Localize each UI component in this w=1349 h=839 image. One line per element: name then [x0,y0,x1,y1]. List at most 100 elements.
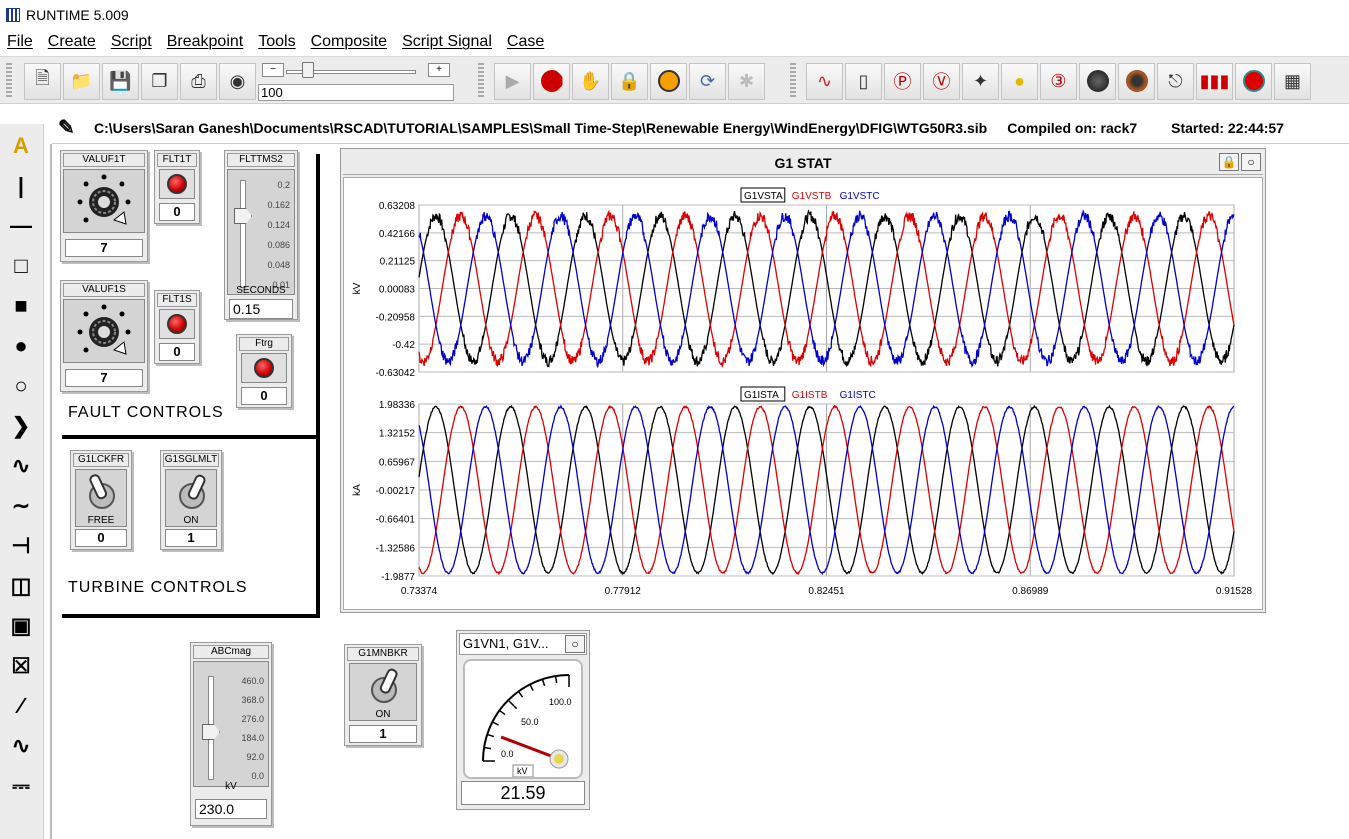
menu-breakpoint[interactable]: Breakpoint [167,33,244,51]
diagonal-line-icon[interactable]: ∕ [3,688,39,724]
circle-icon[interactable]: ○ [3,368,39,404]
red-push-button-icon[interactable] [159,169,195,199]
menu-script-signal[interactable]: Script Signal [402,33,492,51]
dial-valuf1t[interactable]: VALUF1T 7 [60,150,148,262]
rectangle-icon[interactable]: □ [3,248,39,284]
refresh-icon[interactable]: ⟳ [689,62,726,100]
toggle-switch-icon[interactable]: FREE [75,469,127,527]
voltmeter-icon[interactable]: Ⓥ [923,62,960,100]
lightning-icon[interactable]: ⮽ [3,648,39,684]
toggle-g1mnbkr[interactable]: G1MNBKR ON 1 [344,644,422,746]
slider-flttms2[interactable]: FLTTMS2 0.2 0.162 0.124 0.086 0.048 0.01… [224,150,298,320]
inductor-icon[interactable]: ∼ [3,488,39,524]
slider-thumb[interactable] [202,724,220,740]
meter-unit: kV [517,766,528,776]
red-push-button-icon[interactable] [159,309,195,339]
meter-value: 21.59 [461,781,585,805]
toggle-switch-icon[interactable]: ON [349,663,417,721]
arrow-icon[interactable]: ❯ [3,408,39,444]
grid-icon[interactable]: ▦ [1274,62,1311,100]
save-icon[interactable]: 💾 [102,62,139,100]
menu-file[interactable]: File [7,33,33,51]
x-tick-label: 0.82451 [808,586,845,597]
y-tick-label: 0.42166 [379,229,416,240]
pencil-icon[interactable]: ✎ [58,115,84,141]
menu-tools[interactable]: Tools [258,33,295,51]
slider-value-field[interactable]: 230.0 [195,799,267,819]
slider-thumb[interactable] [234,208,252,224]
button-flt1t[interactable]: FLT1T 0 [154,150,200,224]
filled-circle-icon[interactable]: ● [3,328,39,364]
stop-icon[interactable] [533,62,570,100]
zoom-slider-thumb[interactable] [302,62,314,78]
toolbar-grip[interactable] [478,63,484,99]
play-icon[interactable]: ▶ [494,62,531,100]
plot-options-icon[interactable]: ○ [1241,153,1261,171]
sine-source-icon[interactable]: ∿ [3,728,39,764]
light-bulb-icon[interactable]: ● [1001,62,1038,100]
dial-knob-icon[interactable] [63,299,145,363]
bar-indicator-icon[interactable]: ▮▮▮ [1196,62,1233,100]
menu-composite[interactable]: Composite [311,33,387,51]
menu-script[interactable]: Script [111,33,152,51]
zoom-in-icon[interactable]: + [428,63,450,77]
menu-create[interactable]: Create [48,33,96,51]
push-button-icon[interactable] [1235,62,1272,100]
y-tick-label: 0.65967 [379,457,416,468]
filled-rectangle-icon[interactable]: ■ [3,288,39,324]
open-folder-icon[interactable]: 📁 [63,62,100,100]
toolbar-grip[interactable] [6,63,12,99]
resistor-icon[interactable]: ∿ [3,448,39,484]
vertical-line-icon[interactable]: | [3,168,39,204]
meter-g1vn1[interactable]: G1VN1, G1V... ○ 0.0 50.0 100.0 kV 21.59 [456,630,590,810]
file-toolbar-group: 🗎 📁 💾 ❐ ⎙ ◉ − + 100 [20,60,458,102]
plot-lock-icon[interactable]: 🔒 [1219,153,1239,171]
x-tick-label: 0.77912 [605,586,642,597]
toggle-switch-icon[interactable]: ON [165,469,217,527]
toolbar-grip[interactable] [790,63,796,99]
copy-icon[interactable]: ❐ [141,62,178,100]
legend-entry: G1ISTC [840,390,876,401]
scale-tick: 0.0 [251,771,264,781]
print-icon[interactable]: ⎙ [180,62,217,100]
settings-disabled-icon[interactable]: ✱ [728,62,765,100]
transformer-icon[interactable]: ◫ [3,568,39,604]
dial-valuf1s[interactable]: VALUF1S 7 [60,280,148,392]
knob-icon[interactable] [1118,62,1155,100]
zoom-out-icon[interactable]: − [262,63,284,77]
switch-icon[interactable]: ⎋ [1157,62,1194,100]
binoculars-icon[interactable]: ◉ [219,62,256,100]
y-tick-label: -0.42 [392,340,415,351]
dial-icon[interactable] [1079,62,1116,100]
lock-icon[interactable]: 🔒 [611,62,648,100]
legend-entry: G1VSTB [792,191,832,202]
button-flt1s[interactable]: FLT1S 0 [154,290,200,364]
wind-turbine-icon[interactable]: ✦ [962,62,999,100]
breaker-icon[interactable]: ▣ [3,608,39,644]
toggle-g1sglmlt[interactable]: G1SGLMLT ON 1 [160,450,222,550]
button-ftrg[interactable]: Ftrg 0 [236,334,292,408]
plot-window-g1-stat[interactable]: G1 STAT 🔒 ○ G1VSTA G1VSTB G1VSTC 0.63208 0.4… [340,148,1266,613]
ammeter-icon[interactable]: Ⓟ [884,62,921,100]
horizontal-line-icon[interactable]: — [3,208,39,244]
new-file-icon[interactable]: 🗎 [24,62,61,100]
slider-track[interactable] [240,180,246,288]
slider-abcmag[interactable]: ABCmag 460.0 368.0 276.0 184.0 92.0 0.0 … [190,642,272,826]
zoom-value-field[interactable]: 100 [258,84,454,101]
menu-case[interactable]: Case [507,33,544,51]
meter-tick [554,675,558,684]
battery-icon[interactable]: ⎓ [3,768,39,804]
counter-icon[interactable]: ③ [1040,62,1077,100]
slider-unit: SECONDS [236,285,286,296]
dial-knob-icon[interactable] [63,169,145,233]
slider-icon[interactable]: ▯ [845,62,882,100]
plot-icon[interactable]: ∿ [806,62,843,100]
slider-value-field[interactable]: 0.15 [229,299,293,319]
red-push-button-icon[interactable] [241,353,287,383]
text-tool-icon[interactable]: A [3,128,39,164]
meter-options-icon[interactable]: ○ [565,635,585,653]
capacitor-icon[interactable]: ⊣ [3,528,39,564]
alarm-light-icon[interactable] [650,62,687,100]
toggle-g1lckfr[interactable]: G1LCKFR FREE 0 [70,450,132,550]
hand-icon[interactable]: ✋ [572,62,609,100]
